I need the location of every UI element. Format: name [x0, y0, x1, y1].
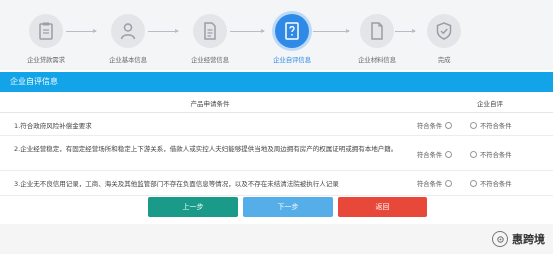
- option-not-meets[interactable]: 不符合条件: [470, 150, 511, 159]
- back-button[interactable]: 返回: [338, 197, 427, 217]
- file-icon: [371, 22, 383, 40]
- step-self-eval[interactable]: 企业自评信息: [264, 14, 320, 64]
- condition-text: 2.企业经营稳定，有固定经营场所和稳定上下游关系，借款人或实控人夫妇能够提供当地…: [14, 145, 398, 153]
- step-label: 企业基本信息: [109, 56, 147, 64]
- step-operation-info[interactable]: 企业经营信息: [182, 14, 238, 64]
- watermark: 惠跨境: [492, 231, 545, 247]
- document-icon: [204, 22, 216, 40]
- step-label: 企业贷款需求: [27, 56, 65, 64]
- step-label: 完成: [437, 56, 451, 64]
- header-self-eval: 企业自评: [477, 100, 503, 108]
- option-label: 不符合条件: [480, 152, 512, 159]
- table-row: 3.企业无不良信用记录，工商、海关及其他监管部门不存在负面信息等情况，以及不存在…: [0, 171, 553, 196]
- watermark-text: 惠跨境: [512, 233, 545, 246]
- option-label: 符合条件: [417, 123, 443, 130]
- step-label: 企业材料信息: [358, 56, 396, 64]
- radio-meets[interactable]: [445, 151, 453, 158]
- condition-text: 1.符合政府风险补偿金要求: [14, 122, 92, 130]
- action-buttons: 上一步 下一步 返回: [0, 197, 553, 219]
- step-material-info[interactable]: 企业材料信息: [349, 14, 405, 64]
- option-meets[interactable]: 符合条件: [417, 150, 453, 159]
- next-step-button[interactable]: 下一步: [243, 197, 333, 217]
- shield-check-icon: [436, 22, 452, 40]
- step-loan-demand[interactable]: 企业贷款需求: [18, 14, 74, 64]
- footer-strip: [0, 224, 553, 254]
- step-label: 企业自评信息: [273, 56, 311, 64]
- radio-meets[interactable]: [445, 122, 453, 129]
- option-meets[interactable]: 符合条件: [417, 179, 453, 188]
- question-doc-icon: [285, 22, 299, 40]
- option-meets[interactable]: 符合条件: [417, 121, 453, 130]
- table-row: 1.符合政府风险补偿金要求 符合条件 不符合条件: [0, 113, 553, 136]
- option-label: 符合条件: [417, 181, 443, 188]
- step-label: 企业经营信息: [191, 56, 229, 64]
- radio-meets[interactable]: [445, 180, 453, 187]
- table-row: 2.企业经营稳定，有固定经营场所和稳定上下游关系，借款人或实控人夫妇能够提供当地…: [0, 136, 553, 171]
- clipboard-icon: [39, 22, 53, 40]
- self-eval-table: 产品申请条件 企业自评 1.符合政府风险补偿金要求 符合条件 不符合条件 2.企…: [0, 92, 553, 196]
- progress-stepper: 企业贷款需求 企业基本信息 企业经营信息 企业自评信息 企业材料信息 完成: [0, 0, 553, 70]
- wechat-logo-icon: [492, 231, 508, 247]
- user-icon: [120, 23, 136, 40]
- condition-text: 3.企业无不良信用记录，工商、海关及其他监管部门不存在负面信息等情况，以及不存在…: [14, 180, 339, 188]
- step-complete[interactable]: 完成: [416, 14, 472, 64]
- header-condition: 产品申请条件: [190, 100, 230, 108]
- option-label: 符合条件: [417, 152, 443, 159]
- option-not-meets[interactable]: 不符合条件: [470, 179, 511, 188]
- option-not-meets[interactable]: 不符合条件: [470, 121, 511, 130]
- radio-not-meets[interactable]: [470, 180, 477, 187]
- radio-not-meets[interactable]: [470, 122, 477, 129]
- section-title-bar: 企业自评信息: [0, 72, 553, 92]
- prev-step-button[interactable]: 上一步: [148, 197, 238, 217]
- option-label: 不符合条件: [480, 181, 512, 188]
- step-basic-info[interactable]: 企业基本信息: [100, 14, 156, 64]
- table-header: 产品申请条件 企业自评: [0, 92, 553, 113]
- radio-not-meets[interactable]: [470, 151, 477, 158]
- option-label: 不符合条件: [480, 123, 512, 130]
